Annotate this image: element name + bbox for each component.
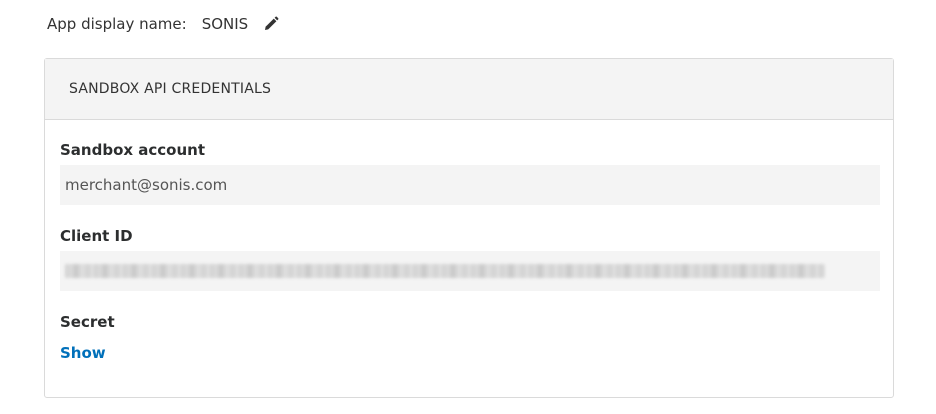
panel-title: SANDBOX API CREDENTIALS	[69, 81, 272, 97]
client-id-field	[60, 251, 880, 291]
show-secret-link[interactable]: Show	[60, 344, 106, 362]
sandbox-account-label: Sandbox account	[60, 141, 206, 159]
sandbox-account-field: merchant@sonis.com	[60, 165, 880, 205]
app-display-name-label: App display name:	[47, 15, 187, 33]
pencil-icon[interactable]	[262, 15, 280, 33]
sandbox-account-value: merchant@sonis.com	[65, 176, 228, 194]
client-id-redacted-value	[65, 264, 825, 278]
app-display-name-row: App display name: SONIS	[47, 12, 280, 36]
secret-label: Secret	[60, 313, 115, 331]
panel-header: SANDBOX API CREDENTIALS	[45, 59, 893, 120]
sandbox-credentials-panel: SANDBOX API CREDENTIALS Sandbox account …	[44, 58, 894, 398]
app-display-name-value: SONIS	[201, 15, 249, 33]
client-id-label: Client ID	[60, 227, 133, 245]
